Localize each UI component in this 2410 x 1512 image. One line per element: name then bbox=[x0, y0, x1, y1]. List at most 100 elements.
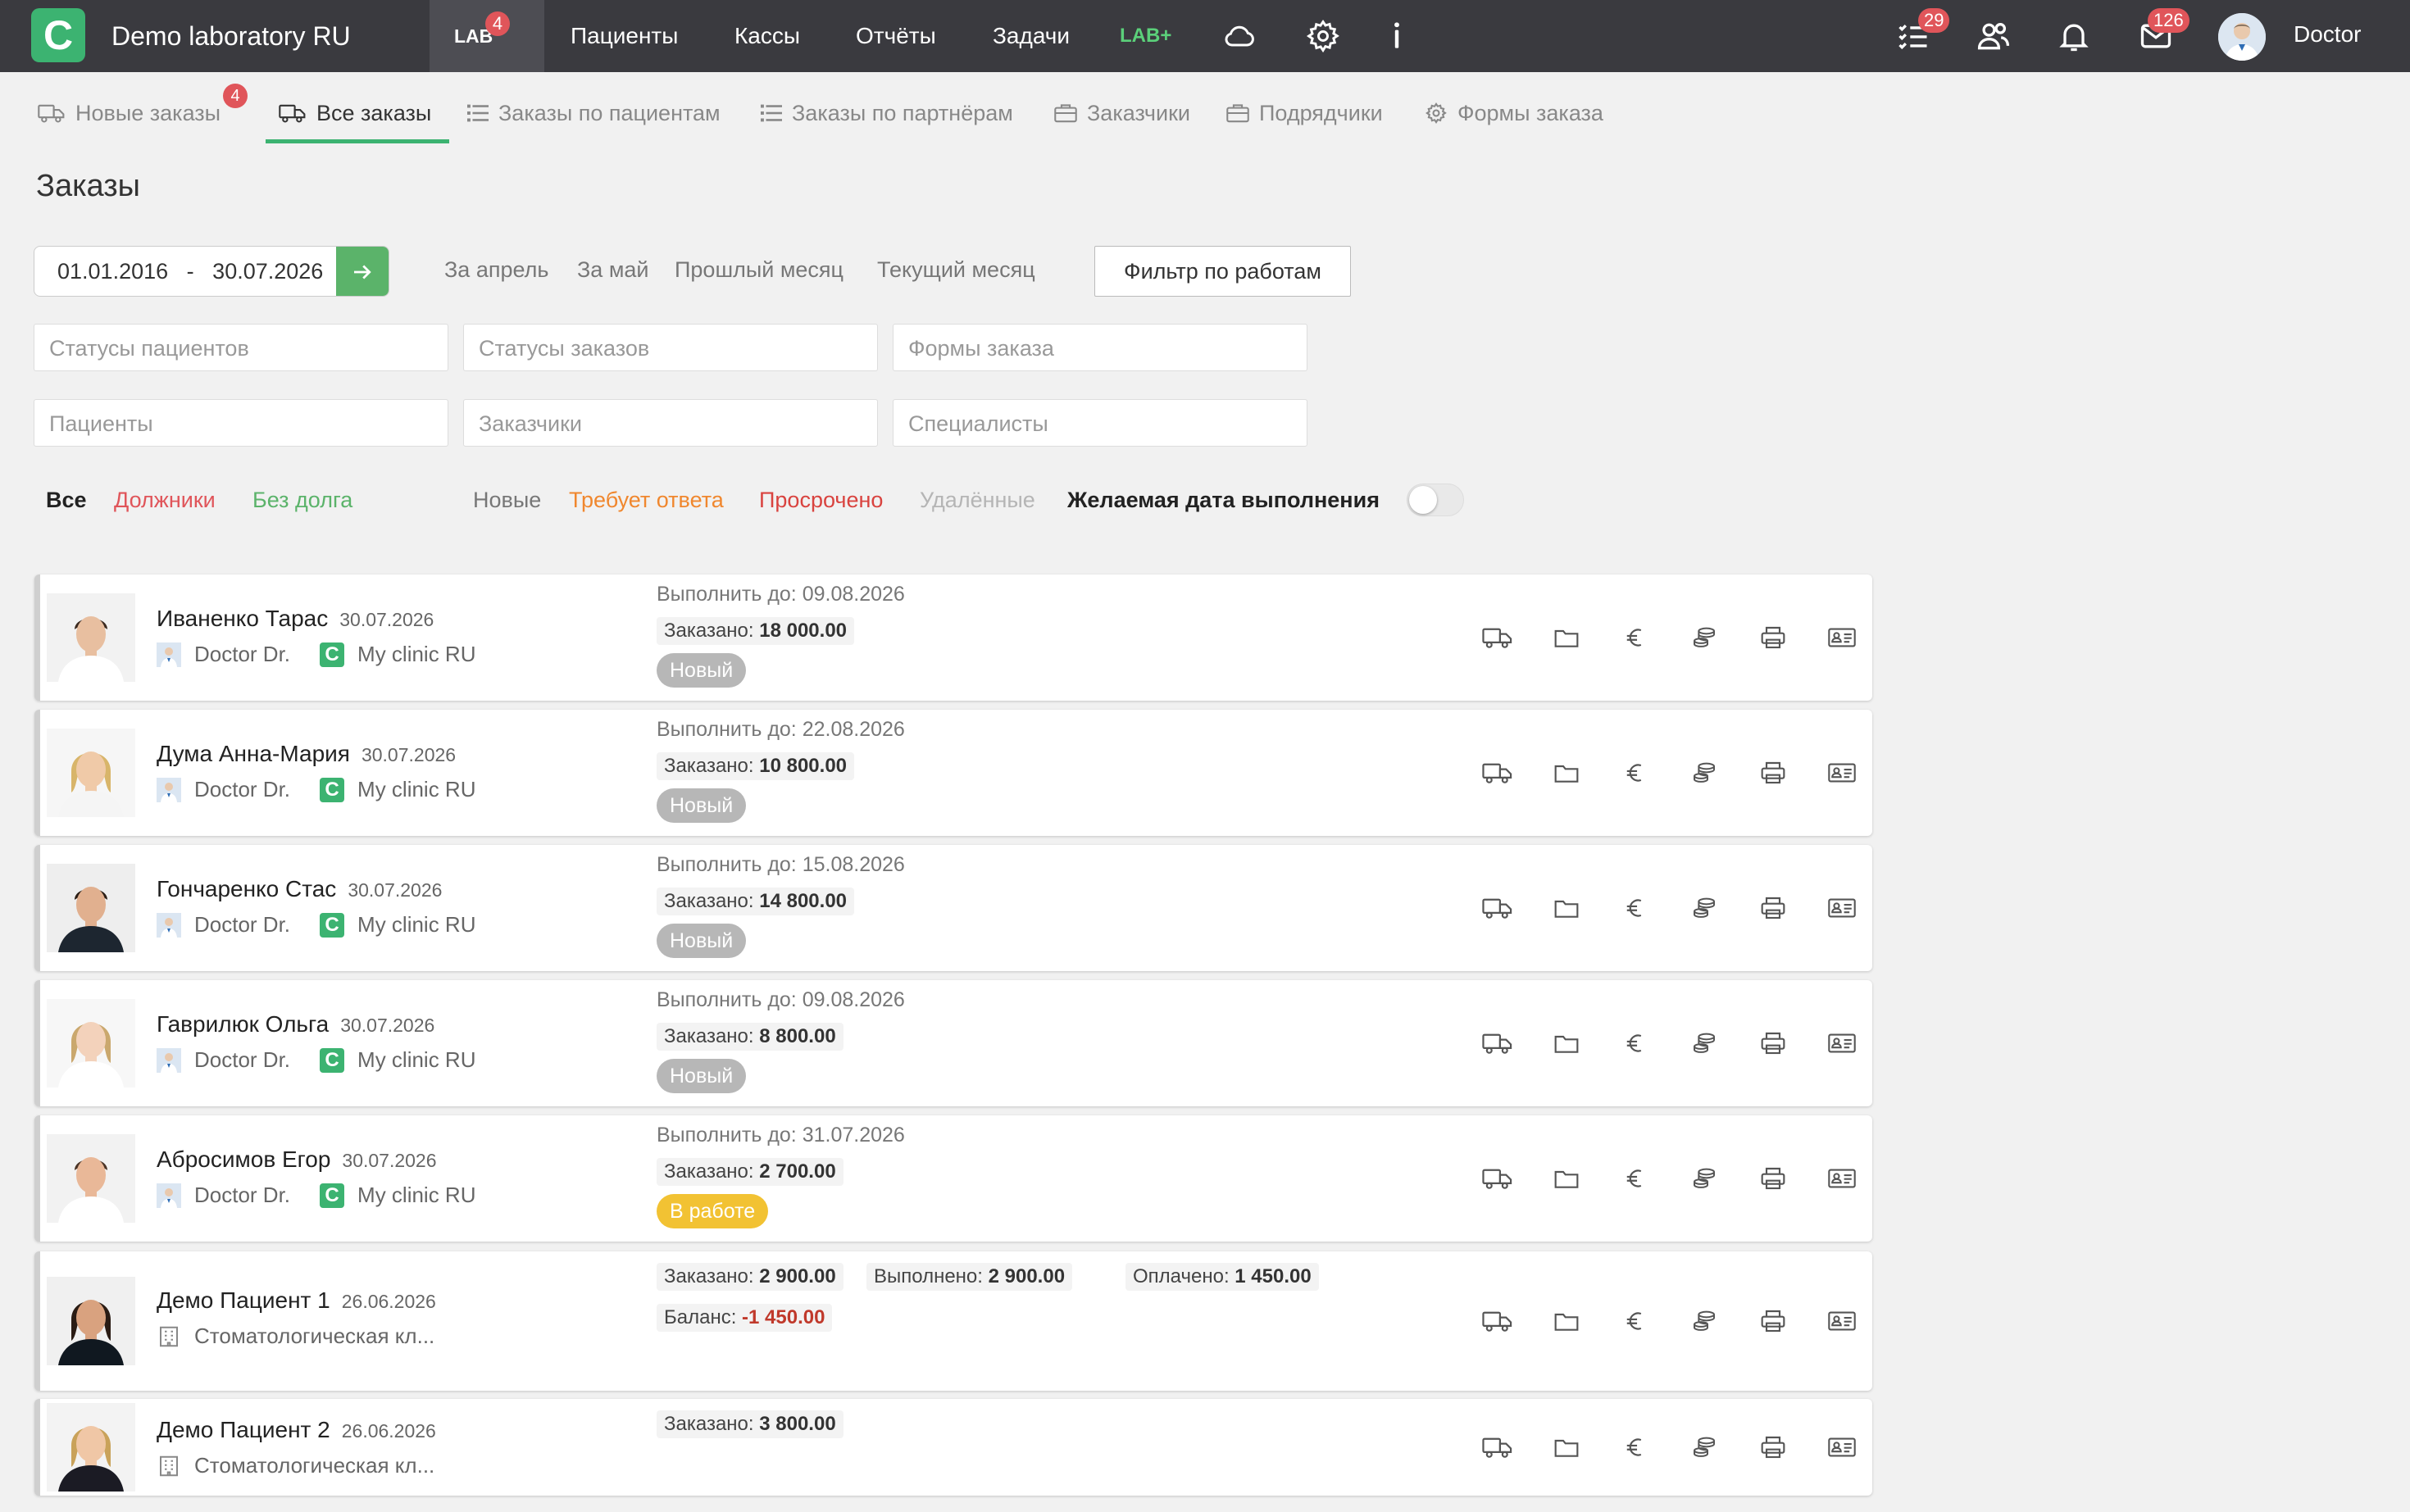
filter-all[interactable]: Все bbox=[46, 488, 87, 513]
patient-name[interactable]: Демо Пациент 1 26.06.2026 bbox=[157, 1287, 436, 1314]
delivery-truck-icon[interactable] bbox=[1463, 1305, 1532, 1337]
patient-photo[interactable] bbox=[47, 999, 135, 1087]
cloud-icon[interactable] bbox=[1221, 18, 1257, 54]
patient-photo[interactable] bbox=[47, 1134, 135, 1223]
id-card-icon[interactable] bbox=[1808, 892, 1876, 924]
info-icon[interactable] bbox=[1379, 18, 1415, 54]
folder-icon[interactable] bbox=[1532, 1027, 1601, 1060]
status-badge[interactable]: Новый bbox=[657, 924, 747, 958]
printer-icon[interactable] bbox=[1739, 892, 1808, 924]
patient-photo[interactable] bbox=[47, 1403, 135, 1492]
quick-date-april[interactable]: За апрель bbox=[444, 257, 548, 283]
folder-icon[interactable] bbox=[1532, 756, 1601, 789]
order-card[interactable]: Абросимов Егор 30.07.2026 Doctor Dr. C My cl… bbox=[34, 1115, 1872, 1242]
printer-icon[interactable] bbox=[1739, 1027, 1808, 1060]
status-badge[interactable]: Новый bbox=[657, 788, 747, 823]
status-badge[interactable]: Новый bbox=[657, 1059, 747, 1093]
clinic-name[interactable]: Стоматологическая кл... bbox=[194, 1453, 434, 1478]
filter-overdue[interactable]: Просрочено bbox=[759, 488, 883, 513]
folder-icon[interactable] bbox=[1532, 1431, 1601, 1464]
nav-patients[interactable]: Пациенты bbox=[571, 0, 678, 72]
clinic-name[interactable]: My clinic RU bbox=[357, 1183, 475, 1208]
order-forms-select[interactable]: Формы заказа bbox=[893, 324, 1307, 371]
patient-name[interactable]: Дума Анна-Мария 30.07.2026 bbox=[157, 741, 456, 767]
folder-icon[interactable] bbox=[1532, 621, 1601, 654]
nav-lab[interactable]: LAB bbox=[430, 0, 544, 72]
desired-date-toggle[interactable] bbox=[1407, 484, 1464, 516]
status-badge[interactable]: Новый bbox=[657, 653, 747, 688]
patient-photo[interactable] bbox=[47, 729, 135, 817]
filter-needs-reply[interactable]: Требует ответа bbox=[569, 488, 724, 513]
id-card-icon[interactable] bbox=[1808, 1305, 1876, 1337]
patient-photo[interactable] bbox=[47, 864, 135, 952]
patients-select[interactable]: Пациенты bbox=[34, 399, 448, 447]
folder-icon[interactable] bbox=[1532, 1162, 1601, 1195]
euro-icon[interactable] bbox=[1601, 1305, 1670, 1337]
euro-icon[interactable] bbox=[1601, 621, 1670, 654]
euro-icon[interactable] bbox=[1601, 756, 1670, 789]
user-avatar[interactable] bbox=[2218, 13, 2266, 61]
patient-statuses-select[interactable]: Статусы пациентов bbox=[34, 324, 448, 371]
nav-reports[interactable]: Отчёты bbox=[856, 0, 936, 72]
order-card[interactable]: Гончаренко Стас 30.07.2026 Doctor Dr. C My c… bbox=[34, 845, 1872, 971]
id-card-icon[interactable] bbox=[1808, 1162, 1876, 1195]
quick-date-last-month[interactable]: Прошлый месяц bbox=[675, 257, 844, 283]
delivery-truck-icon[interactable] bbox=[1463, 1027, 1532, 1060]
filter-deleted[interactable]: Удалённые bbox=[920, 488, 1035, 513]
delivery-truck-icon[interactable] bbox=[1463, 1162, 1532, 1195]
coins-icon[interactable] bbox=[1670, 892, 1739, 924]
euro-icon[interactable] bbox=[1601, 1162, 1670, 1195]
patient-name[interactable]: Абросимов Егор 30.07.2026 bbox=[157, 1146, 437, 1173]
user-name[interactable]: Doctor bbox=[2294, 21, 2361, 48]
order-card[interactable]: Иваненко Тарас 30.07.2026 Doctor Dr. C My cl… bbox=[34, 574, 1872, 701]
delivery-truck-icon[interactable] bbox=[1463, 892, 1532, 924]
printer-icon[interactable] bbox=[1739, 1162, 1808, 1195]
patient-name[interactable]: Гончаренко Стас 30.07.2026 bbox=[157, 876, 442, 902]
doctor-name[interactable]: Doctor Dr. bbox=[194, 912, 290, 938]
clinic-name[interactable]: My clinic RU bbox=[357, 1047, 475, 1073]
euro-icon[interactable] bbox=[1601, 1027, 1670, 1060]
printer-icon[interactable] bbox=[1739, 756, 1808, 789]
notifications-bell-icon[interactable] bbox=[2056, 18, 2092, 54]
tab-new-orders[interactable]: Новые заказы bbox=[38, 97, 221, 129]
delivery-truck-icon[interactable] bbox=[1463, 1431, 1532, 1464]
id-card-icon[interactable] bbox=[1808, 1431, 1876, 1464]
folder-icon[interactable] bbox=[1532, 1305, 1601, 1337]
id-card-icon[interactable] bbox=[1808, 621, 1876, 654]
order-card[interactable]: Дума Анна-Мария 30.07.2026 Doctor Dr. C My c… bbox=[34, 710, 1872, 836]
patient-name[interactable]: Гаврилюк Ольга 30.07.2026 bbox=[157, 1011, 434, 1038]
app-logo[interactable]: C bbox=[31, 8, 85, 62]
patient-name[interactable]: Демо Пациент 2 26.06.2026 bbox=[157, 1417, 436, 1443]
coins-icon[interactable] bbox=[1670, 621, 1739, 654]
coins-icon[interactable] bbox=[1670, 756, 1739, 789]
id-card-icon[interactable] bbox=[1808, 756, 1876, 789]
tab-all-orders[interactable]: Все заказы bbox=[279, 97, 431, 129]
order-card[interactable]: Демо Пациент 2 26.06.2026 Стоматологическа… bbox=[34, 1399, 1872, 1496]
order-card[interactable]: Демо Пациент 1 26.06.2026 Стоматологическа… bbox=[34, 1251, 1872, 1391]
euro-icon[interactable] bbox=[1601, 892, 1670, 924]
tab-customers[interactable]: Заказчики bbox=[1054, 97, 1190, 129]
euro-icon[interactable] bbox=[1601, 1431, 1670, 1464]
coins-icon[interactable] bbox=[1670, 1162, 1739, 1195]
patient-photo[interactable] bbox=[47, 593, 135, 682]
quick-date-may[interactable]: За май bbox=[577, 257, 649, 283]
nav-cash[interactable]: Кассы bbox=[734, 0, 800, 72]
filter-debtors[interactable]: Должники bbox=[114, 488, 216, 513]
tab-order-forms[interactable]: Формы заказа bbox=[1425, 97, 1603, 129]
coins-icon[interactable] bbox=[1670, 1431, 1739, 1464]
doctor-name[interactable]: Doctor Dr. bbox=[194, 777, 290, 802]
quick-date-current-month[interactable]: Текущий месяц bbox=[877, 257, 1035, 283]
date-range-text[interactable]: 01.01.2016 - 30.07.2026 bbox=[57, 259, 323, 284]
tab-orders-by-patients[interactable]: Заказы по пациентам bbox=[467, 97, 721, 129]
clinic-name[interactable]: Стоматологическая кл... bbox=[194, 1324, 434, 1349]
filter-by-works-button[interactable]: Фильтр по работам bbox=[1094, 246, 1351, 297]
filter-new[interactable]: Новые bbox=[473, 488, 541, 513]
doctor-name[interactable]: Doctor Dr. bbox=[194, 642, 290, 667]
users-icon[interactable] bbox=[1976, 18, 2012, 54]
clinic-name[interactable]: My clinic RU bbox=[357, 642, 475, 667]
delivery-truck-icon[interactable] bbox=[1463, 621, 1532, 654]
coins-icon[interactable] bbox=[1670, 1027, 1739, 1060]
apply-date-button[interactable] bbox=[336, 247, 389, 296]
filter-no-debt[interactable]: Без долга bbox=[252, 488, 352, 513]
date-range-picker[interactable]: 01.01.2016 - 30.07.2026 bbox=[34, 246, 389, 297]
